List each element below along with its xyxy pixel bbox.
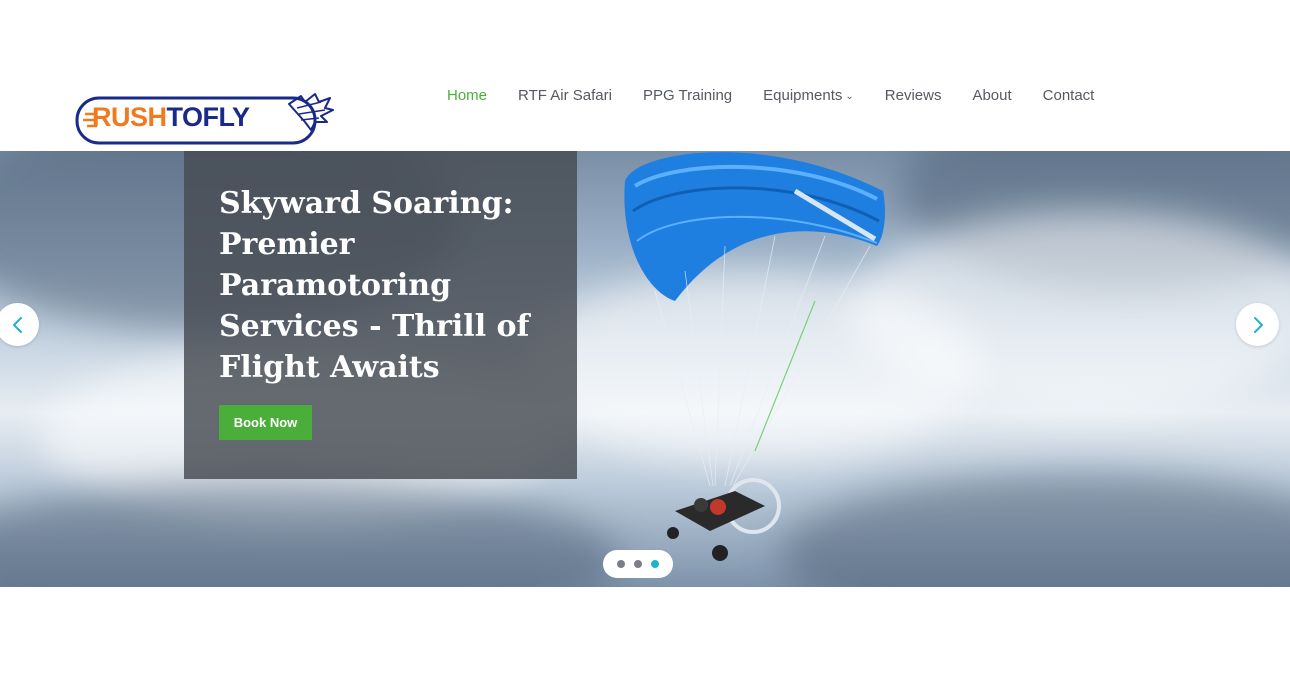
logo-wordmark: RUSHTOFLY [92,102,250,133]
slider-dot-2[interactable] [634,560,642,568]
paramotor-image [624,152,885,561]
nav-item-about[interactable]: About [972,86,1011,108]
nav-item-equipments-label: Equipments [763,87,843,104]
slider-pagination [603,550,673,578]
chevron-left-icon [12,316,22,333]
chevron-right-icon [1253,316,1263,333]
logo-wordmark-tofly: TOFLY [166,102,251,132]
nav-item-contact[interactable]: Contact [1043,86,1095,108]
site-logo[interactable]: RUSHTOFLY [75,92,337,148]
main-nav: Home RTF Air Safari PPG Training Equipme… [447,86,1125,108]
nav-item-reviews[interactable]: Reviews [885,86,942,108]
nav-item-home[interactable]: Home [447,86,487,108]
slider-dot-1[interactable] [617,560,625,568]
hero-caption-card: Skyward Soaring: Premier Paramotoring Se… [184,151,577,479]
book-now-button[interactable]: Book Now [219,405,312,440]
chevron-down-icon: ⌄ [845,91,854,102]
nav-item-ppg-training[interactable]: PPG Training [643,86,732,108]
hero-slider: Skyward Soaring: Premier Paramotoring Se… [0,151,1290,587]
nav-item-rtf-air-safari[interactable]: RTF Air Safari [518,86,612,108]
hero-title: Skyward Soaring: Premier Paramotoring Se… [219,186,530,385]
slider-dot-3[interactable] [651,560,659,568]
slider-prev-button[interactable] [0,303,39,346]
site-header: RUSHTOFLY Home RTF Air Safari PPG Traini… [0,0,1290,151]
nav-item-equipments[interactable]: Equipments ⌄ [763,86,854,108]
sky-cloud [0,481,620,587]
logo-wordmark-rush: RUSH [92,102,167,132]
slider-next-button[interactable] [1236,303,1279,346]
